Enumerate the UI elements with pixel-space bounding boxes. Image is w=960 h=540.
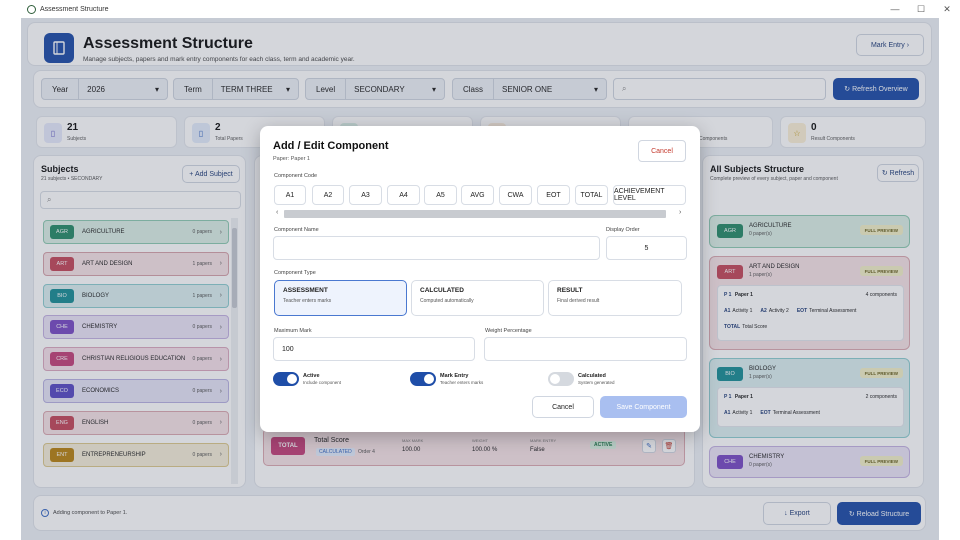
active-sublabel: Include component — [303, 380, 342, 385]
active-toggle[interactable] — [273, 372, 299, 386]
active-label: Active — [303, 373, 320, 379]
code-chip-a4[interactable]: A4 — [387, 185, 420, 205]
mark-entry-sublabel: Teacher enters marks — [440, 380, 484, 385]
calculated-toggle[interactable] — [548, 372, 574, 386]
type-calculated-option[interactable]: CALCULATED Computed automatically — [411, 280, 544, 316]
component-name-label: Component Name — [274, 227, 319, 233]
code-chip-avg[interactable]: AVG — [461, 185, 494, 205]
cancel-top-button[interactable]: Cancel — [638, 140, 686, 162]
code-chip-a2[interactable]: A2 — [312, 185, 344, 205]
window-title: Assessment Structure — [40, 5, 109, 13]
mark-entry-toggle[interactable] — [410, 372, 436, 386]
app-logo-icon — [27, 4, 36, 14]
chevron-right-icon[interactable]: › — [679, 209, 681, 216]
chevron-left-icon[interactable]: ‹ — [276, 209, 278, 216]
dialog-title: Add / Edit Component — [273, 140, 389, 152]
type-result-option[interactable]: RESULT Final derived result — [548, 280, 682, 316]
maximize-button[interactable]: ☐ — [908, 0, 934, 18]
code-chip-achievement-level[interactable]: ACHIEVEMENT LEVEL — [613, 185, 686, 205]
save-component-button[interactable]: Save Component — [600, 396, 687, 418]
max-mark-label: Maximum Mark — [274, 328, 312, 334]
code-scrollbar[interactable]: ‹ › — [274, 209, 686, 218]
cancel-button[interactable]: Cancel — [532, 396, 594, 418]
max-mark-input[interactable]: 100 — [273, 337, 475, 361]
component-name-input[interactable] — [273, 236, 600, 260]
display-order-label: Display Order — [606, 227, 640, 233]
add-edit-component-dialog: Add / Edit Component Paper: Paper 1 Canc… — [260, 126, 700, 432]
code-chip-cwa[interactable]: CWA — [499, 185, 532, 205]
code-chip-eot[interactable]: EOT — [537, 185, 570, 205]
close-window-button[interactable]: ✕ — [934, 0, 960, 18]
weight-percentage-input[interactable] — [484, 337, 687, 361]
minimize-button[interactable]: — — [882, 0, 908, 18]
calculated-sublabel: System generated — [578, 380, 615, 385]
mark-entry-toggle-label: Mark Entry — [440, 373, 469, 379]
calculated-label: Calculated — [578, 373, 606, 379]
component-type-label: Component Type — [274, 270, 316, 276]
code-chip-total[interactable]: TOTAL — [575, 185, 608, 205]
weight-percentage-label: Weight Percentage — [485, 328, 532, 334]
display-order-input[interactable]: 5 — [606, 236, 687, 260]
window-titlebar: Assessment Structure — ☐ ✕ — [0, 0, 960, 18]
code-chip-a3[interactable]: A3 — [349, 185, 382, 205]
code-chip-a1[interactable]: A1 — [274, 185, 306, 205]
type-assessment-option[interactable]: ASSESSMENT Teacher enters marks — [274, 280, 407, 316]
component-code-label: Component Code — [274, 173, 318, 179]
dialog-paper: Paper: Paper 1 — [273, 156, 310, 162]
code-chip-a5[interactable]: A5 — [424, 185, 457, 205]
